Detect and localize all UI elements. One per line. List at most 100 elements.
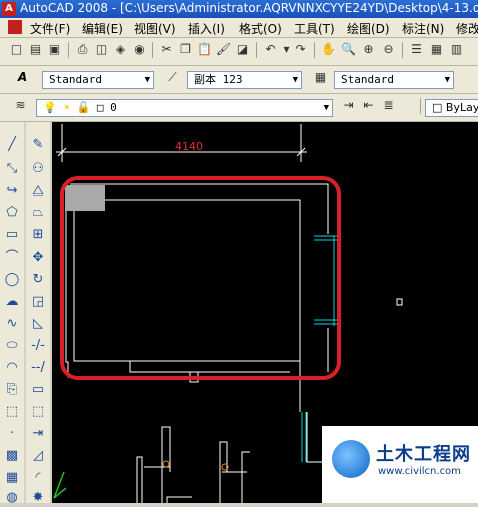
zoom-window-icon[interactable]: ⊕ [360,41,377,58]
stretch-icon[interactable]: ◺ [29,315,47,333]
print-icon[interactable]: ⎙ [74,41,91,58]
ucs-icon [53,471,67,499]
copy-object-icon[interactable]: ⚇ [29,160,47,178]
rotate-icon[interactable]: ↻ [29,271,47,289]
text-style-value: Standard [49,73,102,86]
menu-insert[interactable]: 插入(I) [188,20,225,37]
zoom-realtime-icon[interactable]: 🔍 [340,41,357,58]
make-block-icon[interactable]: ⬚ [3,403,21,421]
move-icon[interactable]: ✥ [29,249,47,267]
chevron-down-icon: ▼ [323,103,329,113]
menu-tools[interactable]: 工具(T) [294,20,335,37]
color-control-select[interactable]: □ ByLaye [425,99,478,117]
revision-cloud-icon[interactable]: ☁ [3,293,21,311]
extend-icon[interactable]: --/ [29,359,47,377]
new-icon[interactable]: □ [8,41,25,58]
separator [256,42,257,58]
array-icon[interactable]: ⊞ [29,226,47,244]
publish-icon[interactable]: ◈ [112,41,129,58]
match-properties-icon[interactable]: 🖌 [215,41,232,58]
layer-states-icon[interactable]: ≣ [380,97,397,114]
layer-select[interactable]: 💡 ☀ 🔓 □ 0 ▼ [36,99,333,117]
menu-draw[interactable]: 绘图(D) [347,20,390,37]
menu-dimension[interactable]: 标注(N) [402,20,444,37]
circle-icon[interactable]: ◯ [3,271,21,289]
undo-icon[interactable]: ↶ [262,41,279,58]
insert-block-icon[interactable]: ⎘ [3,381,21,399]
join-icon[interactable]: ⇥ [29,425,47,443]
menu-edit[interactable]: 编辑(E) [82,20,123,37]
redo-icon[interactable]: ↷ [292,41,309,58]
zoom-previous-icon[interactable]: ⊖ [380,41,397,58]
ellipse-icon[interactable]: ⬭ [3,337,21,355]
break-at-point-icon[interactable]: ⬚ [29,403,47,421]
document-icon[interactable] [8,20,22,34]
erase-icon[interactable]: ✎ [29,136,47,154]
offset-icon[interactable]: ⏢ [29,204,47,222]
spline-icon[interactable]: ∿ [3,315,21,333]
polygon-icon[interactable]: ⬠ [3,204,21,222]
separator [314,42,315,58]
current-layer-value: 0 [110,101,117,114]
separator [402,42,403,58]
fillet-icon[interactable]: ◜ [29,469,47,487]
menu-format[interactable]: 格式(O) [239,20,282,37]
block-editor-icon[interactable]: ◪ [234,41,251,58]
open-icon[interactable]: ▤ [27,41,44,58]
layers-toolbar: ≋ 💡 ☀ 🔓 □ 0 ▼ ⇥ ⇤ ≣ □ ByLaye [0,94,478,122]
hatch-icon[interactable]: ▩ [3,447,21,465]
chamfer-icon[interactable]: ◿ [29,447,47,465]
3d-dwf-icon[interactable]: ◉ [131,41,148,58]
dim-style-select[interactable]: 副本 123 ▼ [187,71,302,89]
menu-modify[interactable]: 修改 [456,20,478,37]
gradient-icon[interactable]: ▦ [3,469,21,487]
copy-icon[interactable]: ❐ [177,41,194,58]
layer-manager-icon[interactable]: ≋ [12,97,29,114]
color-swatch-icon: □ [432,101,443,114]
watermark-brand: 土木工程网 [376,444,471,465]
watermark: 土木工程网 www.civilcn.com [322,426,478,503]
region-icon[interactable]: ◍ [3,489,21,507]
layer-thaw-icon: ☀ [63,101,70,114]
ellipse-arc-icon[interactable]: ◠ [3,359,21,377]
explode-icon[interactable]: ✸ [29,489,47,507]
rectangle-icon[interactable]: ▭ [3,226,21,244]
civilcn-logo-icon [332,440,370,478]
arc-icon[interactable]: ⌒ [3,249,21,267]
polyline-icon[interactable]: ↪ [3,182,21,200]
scale-icon[interactable]: ◲ [29,293,47,311]
styles-toolbar: A Standard ▼ ⟋ 副本 123 ▼ ▦ Standard ▼ [0,66,478,94]
dim-style-icon[interactable]: ⟋ [164,69,181,86]
dim-style-value: 副本 123 [194,73,243,86]
cut-icon[interactable]: ✂ [158,41,175,58]
make-current-layer-icon[interactable]: ⇥ [340,97,357,114]
paste-icon[interactable]: 📋 [196,41,213,58]
menu-file[interactable]: 文件(F) [30,20,70,37]
pan-icon[interactable]: ✋ [320,41,337,58]
construction-line-icon[interactable]: ⤡ [3,160,21,178]
selection-grip[interactable] [65,185,105,211]
text-style-icon[interactable]: A [14,69,31,86]
layer-previous-icon[interactable]: ⇤ [360,97,377,114]
chevron-down-icon: ▼ [292,75,298,85]
menu-view[interactable]: 视图(V) [134,20,176,37]
layer-lock-icon: 🔓 [76,101,91,114]
separator [68,42,69,58]
layer-on-icon: 💡 [43,101,57,114]
save-icon[interactable]: ▣ [46,41,63,58]
plot-preview-icon[interactable]: ◫ [93,41,110,58]
chevron-down-icon: ▼ [144,75,150,85]
tool-palettes-icon[interactable]: ▥ [448,41,465,58]
point-icon[interactable]: · [3,425,21,443]
mirror-icon[interactable]: ⧋ [29,182,47,200]
autocad-app-icon[interactable]: A [2,2,16,16]
properties-icon[interactable]: ☰ [408,41,425,58]
modify-toolbar: ✎ ⚇ ⧋ ⏢ ⊞ ✥ ↻ ◲ ◺ -/- --/ ▭ ⬚ ⇥ ◿ ◜ ✸ [26,122,50,505]
table-style-select[interactable]: Standard ▼ [334,71,454,89]
trim-icon[interactable]: -/- [29,337,47,355]
design-center-icon[interactable]: ▦ [428,41,445,58]
text-style-select[interactable]: Standard ▼ [42,71,154,89]
line-icon[interactable]: ╱ [3,136,21,154]
table-style-icon[interactable]: ▦ [312,69,329,86]
break-icon[interactable]: ▭ [29,381,47,399]
